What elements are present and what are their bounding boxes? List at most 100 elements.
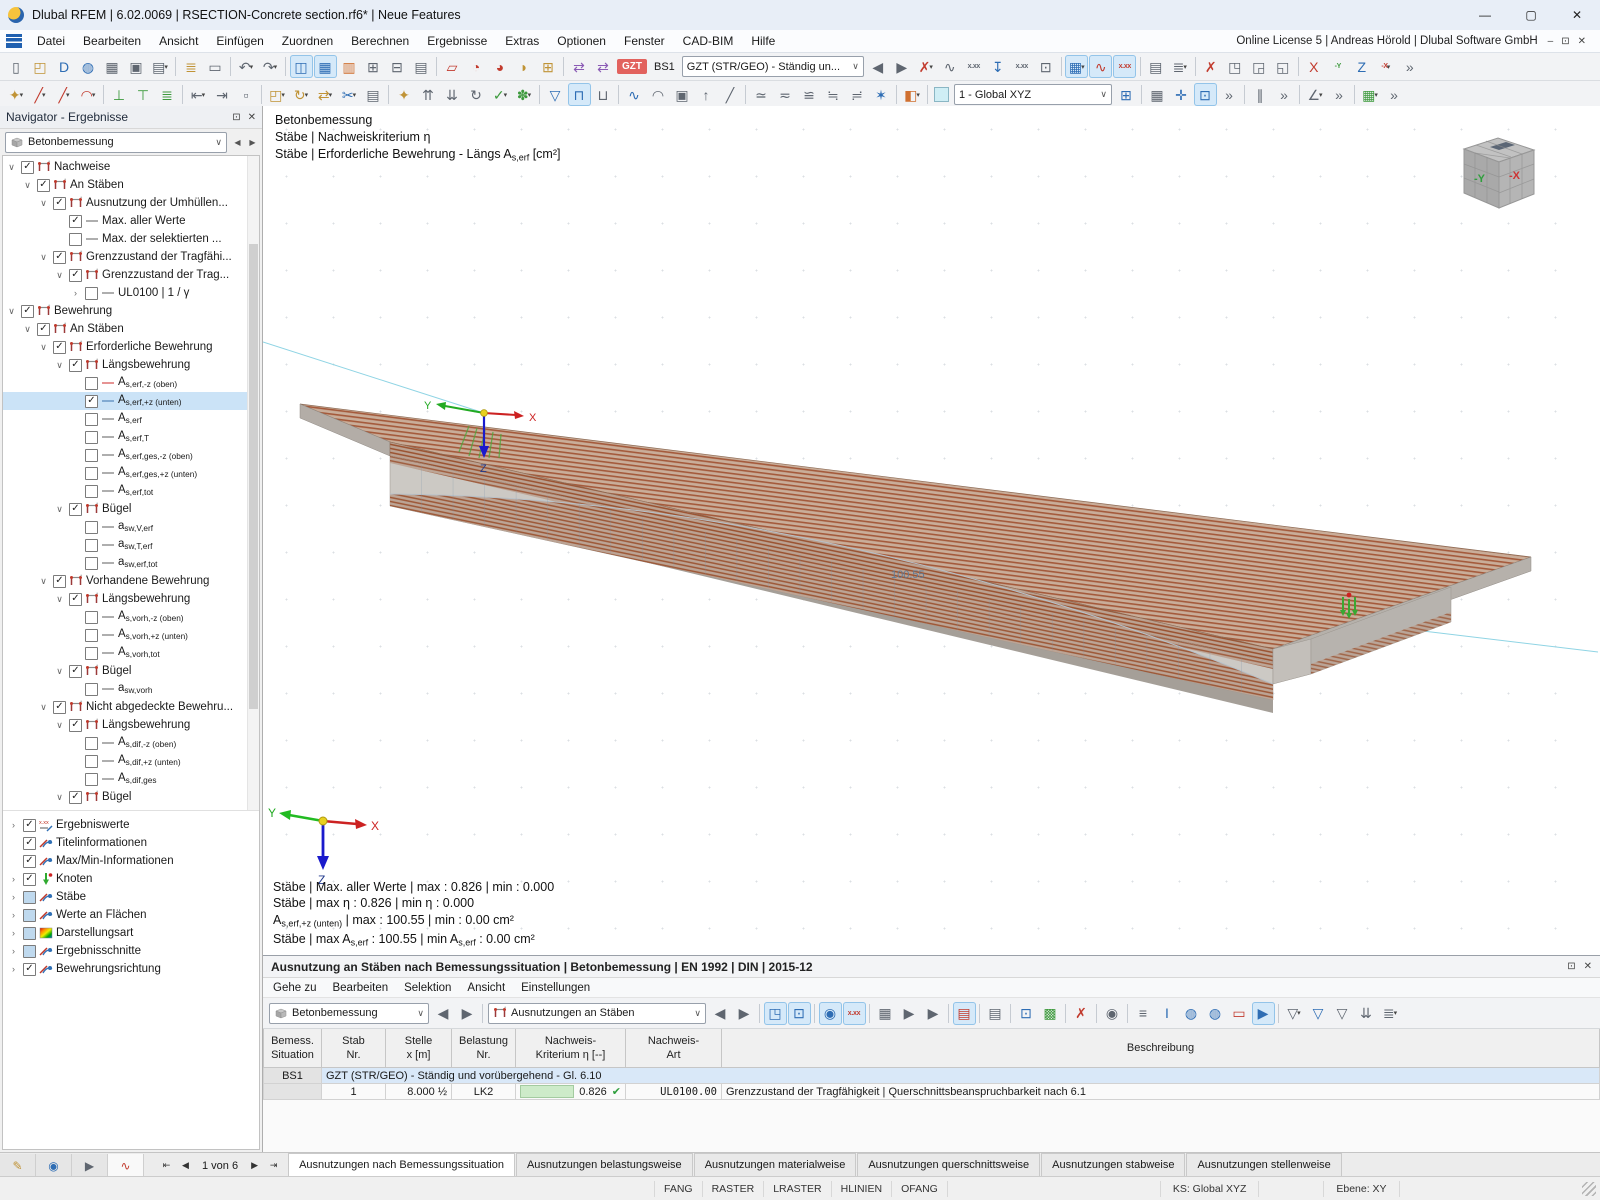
- renumber-down-button[interactable]: ⇊: [441, 83, 464, 106]
- expander-icon[interactable]: ∨: [53, 792, 66, 803]
- navigator-tab-data[interactable]: ✎: [0, 1154, 36, 1177]
- tree-item[interactable]: As,erf,+z (unten): [3, 392, 259, 410]
- stresses-button[interactable]: ↑: [695, 83, 718, 106]
- table-close-icon[interactable]: ✕: [1584, 961, 1592, 972]
- new-member-button[interactable]: ╱▾: [53, 83, 76, 106]
- tree-item[interactable]: As,vorh,+z (unten): [3, 626, 259, 644]
- tree-item[interactable]: ∨Längsbewehrung: [3, 716, 259, 734]
- checkbox[interactable]: [23, 891, 36, 904]
- navigator-tab-display[interactable]: ◉: [36, 1154, 72, 1177]
- guidelines-button[interactable]: ∥: [1249, 83, 1272, 106]
- loadcase-combo[interactable]: GZT (STR/GEO) - Ständig un...∨: [682, 56, 864, 77]
- results-surfaces-button[interactable]: ↧: [986, 55, 1009, 78]
- project-manager-button[interactable]: ▦: [101, 55, 124, 78]
- tp-show-values[interactable]: ◉: [819, 1002, 842, 1025]
- tp-funnel-1[interactable]: ▽▾: [1283, 1002, 1306, 1025]
- tree-item[interactable]: Titelinformationen: [3, 834, 259, 852]
- tp-filter-active[interactable]: ▶: [1252, 1002, 1275, 1025]
- more-buttons-3[interactable]: »: [1273, 83, 1296, 106]
- tree-item[interactable]: asw,T,erf: [3, 536, 259, 554]
- copy-button[interactable]: ▭: [204, 55, 227, 78]
- rotate-view-button[interactable]: ◕: [489, 55, 512, 78]
- panel-float-icon[interactable]: ⊡: [1561, 36, 1569, 47]
- tree-item[interactable]: As,erf,ges,-z (oben): [3, 446, 259, 464]
- menu-ansicht[interactable]: Ansicht: [150, 34, 207, 48]
- checkbox[interactable]: [53, 251, 66, 264]
- table-menu-bearbeiten[interactable]: Bearbeiten: [324, 982, 396, 994]
- checkbox[interactable]: [69, 665, 82, 678]
- tree-item[interactable]: asw,erf,tot: [3, 554, 259, 572]
- tp-table-combo[interactable]: Ausnutzungen an Stäben∨: [488, 1003, 706, 1024]
- column-header[interactable]: Bemess.Situation: [264, 1029, 322, 1068]
- tree-item[interactable]: ›Bewehrungsrichtung: [3, 960, 259, 978]
- tree-item[interactable]: ∨Nachweise: [3, 158, 259, 176]
- redo-button[interactable]: ↷▾: [259, 55, 282, 78]
- combo-next-button[interactable]: ▶: [246, 133, 259, 152]
- checkbox[interactable]: [23, 855, 36, 868]
- regenerate-button[interactable]: ↻: [465, 83, 488, 106]
- snap-button[interactable]: ✛: [1170, 83, 1193, 106]
- tree-scrollbar[interactable]: [247, 156, 259, 810]
- result-style-5[interactable]: ≓: [846, 83, 869, 106]
- models-online-button[interactable]: ◍: [77, 55, 100, 78]
- column-header[interactable]: BelastungNr.: [452, 1029, 516, 1068]
- checkbox[interactable]: [21, 305, 34, 318]
- expander-icon[interactable]: ∨: [37, 576, 50, 587]
- menu-extras[interactable]: Extras: [496, 34, 548, 48]
- expander-icon[interactable]: ∨: [37, 252, 50, 263]
- checkbox[interactable]: [37, 323, 50, 336]
- table-tab[interactable]: Ausnutzungen stabweise: [1041, 1153, 1185, 1177]
- checkbox[interactable]: [37, 179, 50, 192]
- table-tab[interactable]: Ausnutzungen stellenweise: [1186, 1153, 1341, 1177]
- tree-item[interactable]: asw,vorh: [3, 680, 259, 698]
- expander-icon[interactable]: ∨: [37, 342, 50, 353]
- view-x-button[interactable]: X: [1302, 55, 1325, 78]
- color-scale-button[interactable]: ◧▾: [901, 83, 924, 106]
- open-file-button[interactable]: ◰: [29, 55, 52, 78]
- view-cube[interactable]: -Y -X: [1444, 132, 1548, 224]
- checkbox[interactable]: [85, 485, 98, 498]
- checkbox[interactable]: [85, 449, 98, 462]
- tree-item[interactable]: As,erf,-z (oben): [3, 374, 259, 392]
- tree-item[interactable]: ∨Grenzzustand der Trag...: [3, 266, 259, 284]
- expander-icon[interactable]: ›: [7, 964, 20, 974]
- menu-fenster[interactable]: Fenster: [615, 34, 674, 48]
- checkbox[interactable]: [53, 701, 66, 714]
- expander-icon[interactable]: ∨: [21, 324, 34, 335]
- checkbox[interactable]: [85, 287, 98, 300]
- checkbox[interactable]: [85, 413, 98, 426]
- checkbox[interactable]: [69, 791, 82, 804]
- checkbox[interactable]: [85, 395, 98, 408]
- tree-item[interactable]: ∨Vorhandene Bewehrung: [3, 572, 259, 590]
- checkbox[interactable]: [23, 909, 36, 922]
- tree-item[interactable]: ∨Längsbewehrung: [3, 590, 259, 608]
- column-header[interactable]: Nachweis-Kriterium η [--]: [516, 1029, 626, 1068]
- checkbox[interactable]: [23, 819, 36, 832]
- checkbox[interactable]: [85, 755, 98, 768]
- tp-run-1[interactable]: ▶: [898, 1002, 921, 1025]
- checkbox[interactable]: [85, 629, 98, 642]
- expander-icon[interactable]: ∨: [5, 162, 18, 173]
- select-rect-button[interactable]: ▫: [235, 83, 258, 106]
- tp-delete[interactable]: ✗: [1070, 1002, 1093, 1025]
- panel-close-icon[interactable]: ✕: [1578, 36, 1586, 47]
- checkbox[interactable]: [69, 269, 82, 282]
- snap-toggle-hlinien[interactable]: HLINIEN: [832, 1181, 892, 1197]
- tp-next-table[interactable]: ▶: [733, 1002, 756, 1025]
- more-buttons-1[interactable]: »: [1398, 55, 1421, 78]
- tree-item[interactable]: ›Werte an Flächen: [3, 906, 259, 924]
- zoom-rotate-button[interactable]: ◔: [465, 55, 488, 78]
- menu-einf-gen[interactable]: Einfügen: [207, 34, 272, 48]
- result-diagram-toggle[interactable]: ∿: [1089, 55, 1112, 78]
- show-results-button[interactable]: ∿: [938, 55, 961, 78]
- 3d-scene[interactable]: X Y Z X Y Z 100.55: [263, 106, 1600, 955]
- checkbox[interactable]: [23, 837, 36, 850]
- tree-item[interactable]: As,dif,+z (unten): [3, 752, 259, 770]
- menu-berechnen[interactable]: Berechnen: [342, 34, 418, 48]
- expander-icon[interactable]: ›: [7, 946, 20, 956]
- checkbox[interactable]: [85, 683, 98, 696]
- table-menu-gehe-zu[interactable]: Gehe zu: [265, 982, 324, 994]
- result-table-toggle[interactable]: ▦▾: [1065, 55, 1088, 78]
- tree-item[interactable]: ∨Erforderliche Bewehrung: [3, 338, 259, 356]
- print-button[interactable]: ▤▾: [149, 55, 172, 78]
